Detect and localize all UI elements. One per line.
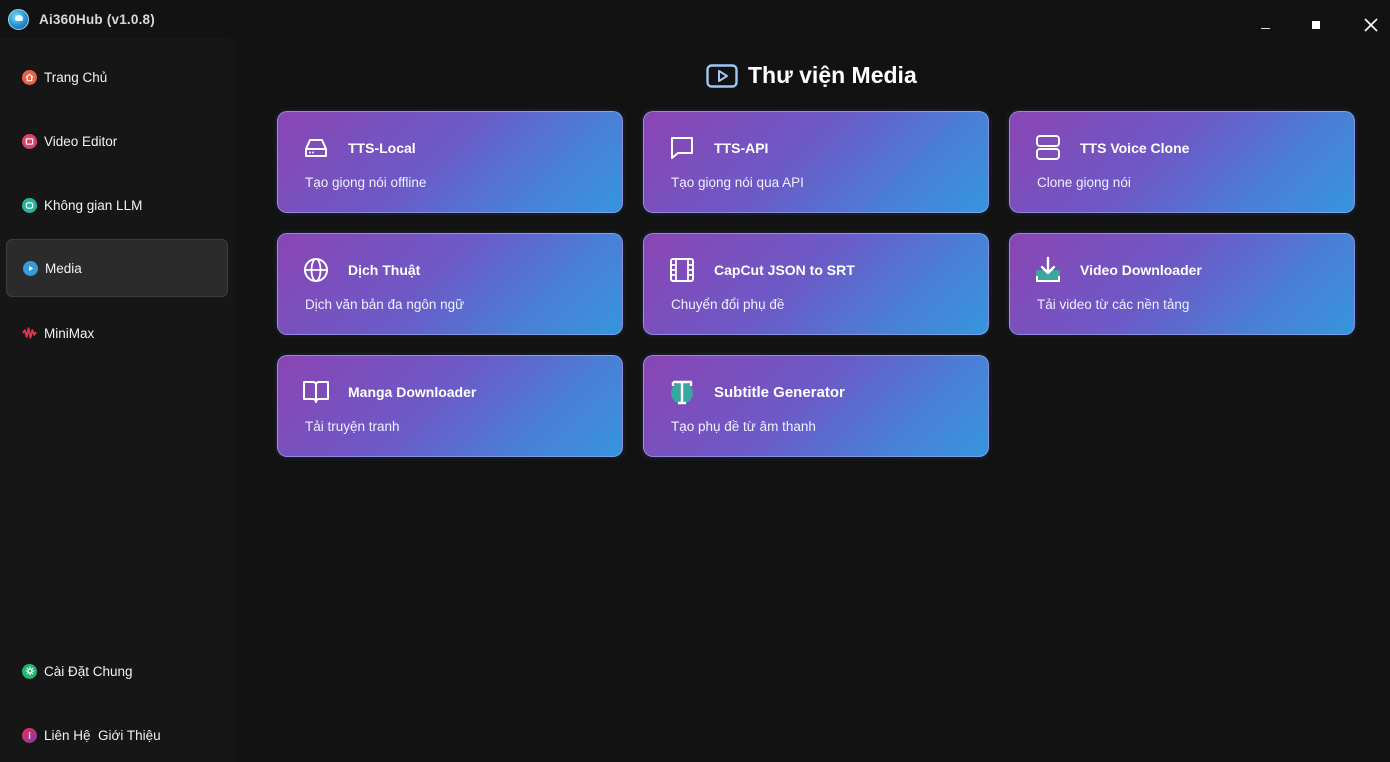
- card-title: Manga Downloader: [348, 384, 477, 400]
- book-icon: [303, 381, 329, 403]
- card-subtitle: Clone giọng nói: [1037, 175, 1131, 190]
- card-subtitle: Tải truyện tranh: [305, 419, 400, 434]
- close-button[interactable]: [1351, 8, 1390, 42]
- card-tts-voice-clone[interactable]: TTS Voice Clone Clone giọng nói: [1009, 111, 1355, 213]
- card-tts-local[interactable]: TTS-Local Tạo giọng nói offline: [277, 111, 623, 213]
- sidebar-item-label: Liên Hệ Giới Thiệu: [44, 727, 161, 743]
- card-title: Subtitle Generator: [714, 384, 845, 401]
- page-title: Thư viện Media: [748, 62, 917, 88]
- title-bar: Ai360Hub (v1.0.8): [0, 0, 1390, 40]
- card-subtitle-generator[interactable]: Subtitle Generator Tạo phụ đề từ âm than…: [643, 355, 989, 457]
- card-subtitle: Chuyển đổi phụ đề: [671, 297, 785, 312]
- sidebar-item-label: Không gian LLM: [44, 197, 143, 213]
- maximize-icon: [1312, 21, 1320, 29]
- llm-icon: [22, 197, 37, 213]
- card-title: CapCut JSON to SRT: [714, 262, 855, 278]
- sidebar-item-label: Video Editor: [44, 133, 118, 149]
- hard-drive-icon: [305, 139, 327, 157]
- card-title: Video Downloader: [1080, 262, 1202, 278]
- card-subtitle: Tạo giọng nói offline: [305, 175, 427, 190]
- card-video-downloader[interactable]: Video Downloader Tải video từ các nền tả…: [1009, 233, 1355, 335]
- home-icon: [22, 69, 37, 85]
- card-title: TTS-Local: [348, 140, 416, 156]
- globe-icon: [304, 258, 328, 282]
- text-icon: [671, 380, 693, 405]
- sidebar-item-label: MiniMax: [44, 325, 95, 341]
- server-icon: [1036, 135, 1060, 160]
- card-dich-thuat[interactable]: Dịch Thuật Dịch văn bản đa ngôn ngữ: [277, 233, 623, 335]
- waveform-icon: [22, 326, 37, 341]
- app-logo-icon: [8, 9, 29, 30]
- card-subtitle: Tạo phụ đề từ âm thanh: [671, 419, 816, 434]
- download-icon: [1036, 256, 1060, 282]
- sidebar-item-video-editor[interactable]: Video Editor: [6, 113, 228, 169]
- maximize-button[interactable]: [1296, 8, 1336, 42]
- card-manga-downloader[interactable]: Manga Downloader Tải truyện tranh: [277, 355, 623, 457]
- card-title: TTS-API: [714, 140, 769, 156]
- sidebar-item-label: Cài Đặt Chung: [44, 663, 133, 679]
- video-editor-icon: [22, 133, 37, 149]
- sidebar-item-media[interactable]: Media: [6, 239, 228, 297]
- gear-icon: [22, 663, 37, 679]
- sidebar-item-trang-chu[interactable]: Trang Chủ: [6, 49, 228, 105]
- card-subtitle: Tạo giọng nói qua API: [671, 175, 804, 190]
- sidebar: Trang Chủ Video Editor Không gian LLM Me…: [0, 38, 236, 762]
- minimize-button[interactable]: [1245, 8, 1285, 42]
- card-title: TTS Voice Clone: [1080, 140, 1190, 156]
- minimize-icon: [1260, 27, 1270, 29]
- play-icon: [23, 260, 38, 276]
- film-icon: [670, 258, 694, 282]
- card-subtitle: Tải video từ các nền tảng: [1037, 297, 1190, 312]
- card-subtitle: Dịch văn bản đa ngôn ngữ: [305, 297, 465, 312]
- info-icon: [22, 727, 37, 743]
- sidebar-item-lien-he-gioi-thieu[interactable]: Liên Hệ Giới Thiệu: [6, 707, 228, 762]
- sidebar-item-cai-dat-chung[interactable]: Cài Đặt Chung: [6, 643, 228, 699]
- app-title: Ai360Hub (v1.0.8): [39, 12, 155, 27]
- page-header: Thư viện Media: [706, 62, 917, 89]
- chat-bubble-icon: [671, 137, 693, 159]
- sidebar-item-label: Trang Chủ: [44, 69, 108, 85]
- card-title: Dịch Thuật: [348, 262, 421, 278]
- card-capcut-json-to-srt[interactable]: CapCut JSON to SRT Chuyển đổi phụ đề: [643, 233, 989, 335]
- sidebar-item-label: Media: [45, 260, 82, 276]
- card-tts-api[interactable]: TTS-API Tạo giọng nói qua API: [643, 111, 989, 213]
- video-play-icon: [706, 63, 738, 88]
- close-icon: [1364, 18, 1378, 32]
- sidebar-item-khong-gian-llm[interactable]: Không gian LLM: [6, 177, 228, 233]
- sidebar-item-minimax[interactable]: MiniMax: [6, 305, 228, 361]
